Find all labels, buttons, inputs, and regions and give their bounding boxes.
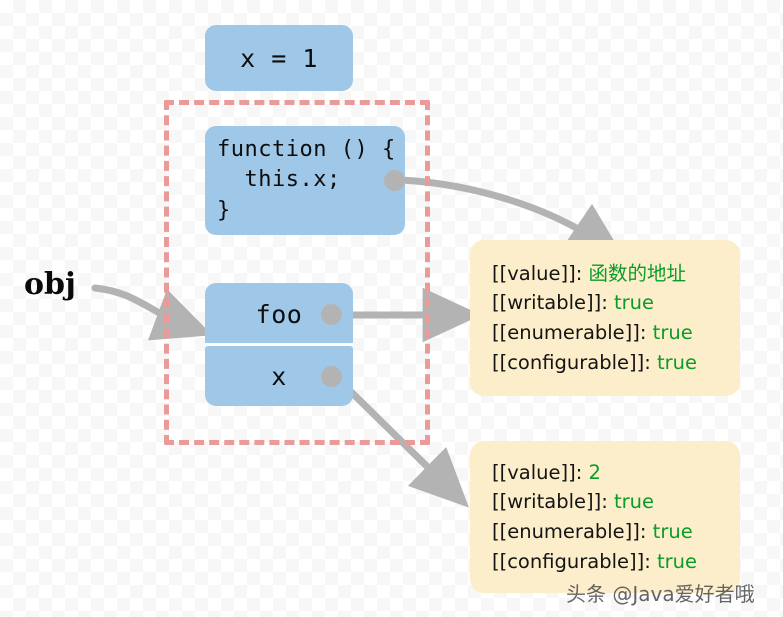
descriptor-row: [[value]]: 函数的地址 [492,259,720,289]
property-foo-connector-dot [321,304,342,325]
descriptor-value: true [657,549,698,573]
descriptor-key: [[writable]]: [492,490,608,514]
descriptor-panel-x: [[value]]: 2 [[writable]]: true [[enumer… [470,441,740,593]
descriptor-row: [[configurable]]: true [492,348,720,378]
descriptor-key: [[enumerable]]: [492,520,647,543]
descriptor-value: 2 [588,460,601,484]
function-source-label: function () { this.x; } [217,136,396,223]
descriptor-row: [[writable]]: true [492,288,720,318]
function-source-box: function () { this.x; } [205,126,405,235]
descriptor-value: true [652,321,693,344]
diagram-canvas: x = 1 function () { this.x; } foo x obj … [0,0,783,617]
descriptor-panel-foo: [[value]]: 函数的地址 [[writable]]: true [[en… [470,240,740,396]
descriptor-row: [[value]]: 2 [492,458,720,488]
descriptor-value: true [652,520,693,543]
descriptor-value: true [613,490,655,514]
descriptor-key: [[configurable]]: [492,350,651,374]
descriptor-key: [[value]]: [492,460,583,484]
descriptor-row: [[configurable]]: true [492,547,720,577]
watermark: 头条 @Java爱好者哦 [566,582,755,606]
assignment-box-label: x = 1 [240,43,318,73]
obj-label: obj [24,267,76,302]
descriptor-row: [[writable]]: true [492,487,720,517]
descriptor-key: [[value]]: [492,261,583,285]
function-connector-dot [384,170,405,191]
descriptor-key: [[configurable]]: [492,549,651,573]
descriptor-row: [[enumerable]]: true [492,517,720,547]
descriptor-key: [[writable]]: [492,291,608,315]
descriptor-key: [[enumerable]]: [492,321,647,344]
property-foo-label: foo [255,299,303,329]
descriptor-row: [[enumerable]]: true [492,318,720,348]
assignment-box: x = 1 [205,25,353,91]
descriptor-value: 函数的地址 [588,261,686,285]
property-x-connector-dot [321,366,342,387]
property-x-label: x [271,361,287,391]
descriptor-value: true [657,350,698,374]
descriptor-value: true [613,291,655,315]
